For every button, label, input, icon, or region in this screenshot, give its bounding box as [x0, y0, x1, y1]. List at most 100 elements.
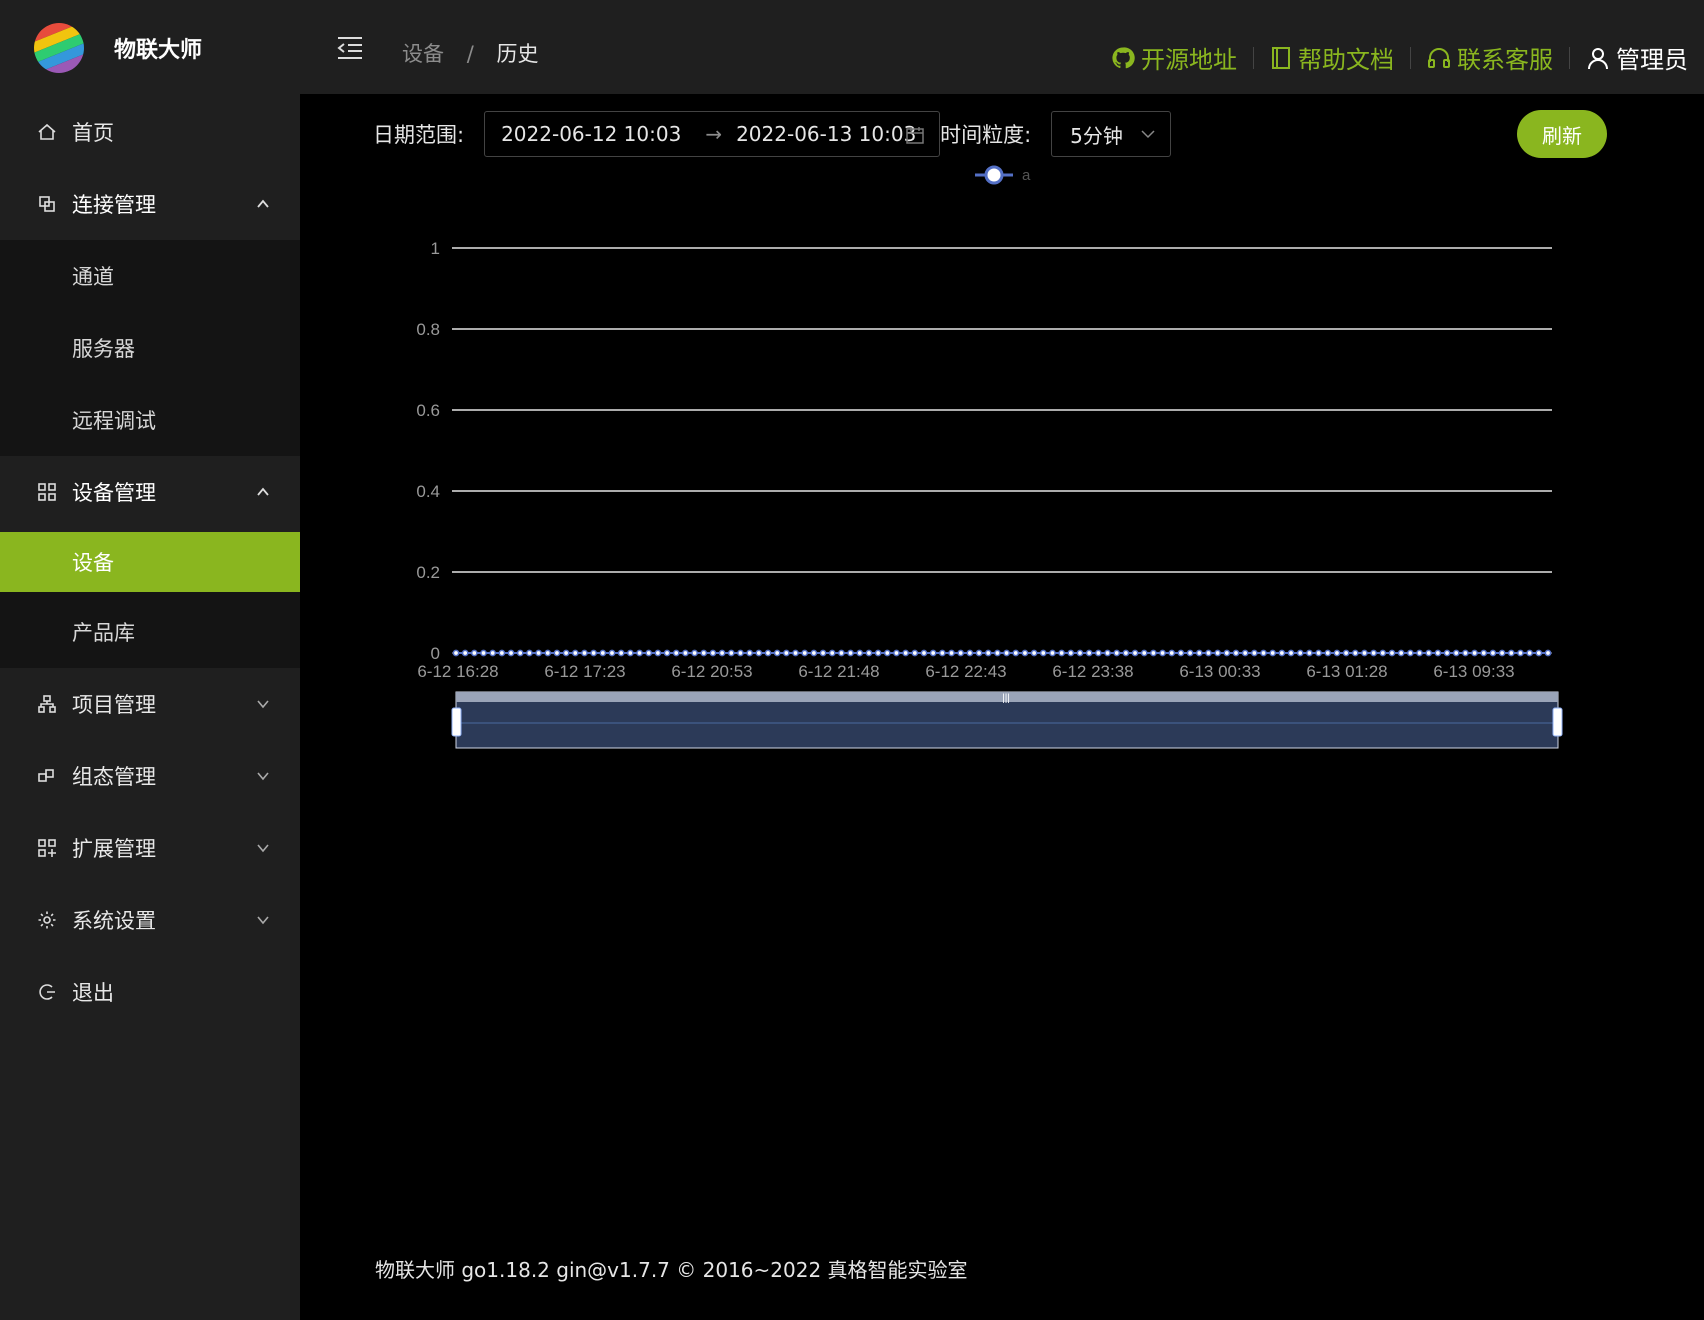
sidebar-item-settings[interactable]: 系统设置 — [0, 884, 300, 956]
sidebar-item-scada[interactable]: 组态管理 — [0, 740, 300, 812]
zoom-move-handle[interactable]: ||| — [1002, 693, 1010, 704]
sidebar-item-connection[interactable]: 连接管理 — [0, 168, 300, 240]
data-point — [1140, 649, 1148, 657]
date-range-picker[interactable]: 2022-06-12 10:03 → 2022-06-13 10:03 — [484, 111, 941, 157]
x-tick-label: 6-12 16:28 — [417, 662, 498, 681]
chevron-down-icon — [252, 693, 274, 715]
data-point — [1416, 649, 1423, 657]
data-point — [489, 649, 497, 657]
chevron-down-icon — [252, 909, 274, 931]
data-point — [1471, 649, 1478, 657]
data-point — [1287, 649, 1295, 657]
breadcrumb-device[interactable]: 设备 — [402, 42, 444, 66]
open-source-link[interactable]: 开源地址 — [1111, 40, 1237, 75]
menu-collapse-icon[interactable] — [336, 34, 364, 62]
data-point — [480, 649, 487, 657]
sidebar-item-logout[interactable]: 退出 — [0, 956, 300, 1028]
data-point — [1324, 649, 1332, 657]
history-filter-toolbar: 日期范围: 2022-06-12 10:03 → 2022-06-13 10:0… — [373, 110, 1172, 158]
date-range-label: 日期范围: — [373, 123, 465, 147]
github-icon — [1112, 46, 1135, 68]
sidebar-item-label: 设备管理 — [72, 481, 156, 505]
sidebar-item-home[interactable]: 首页 — [0, 96, 300, 168]
legend-marker — [984, 165, 1004, 185]
sidebar-item-product-library[interactable]: 产品库 — [0, 596, 300, 668]
device-submenu: 设备 产品库 — [0, 532, 300, 668]
data-point — [1342, 649, 1350, 657]
data-point — [1517, 649, 1524, 657]
sidebar-item-label: 项目管理 — [72, 693, 156, 717]
data-point — [727, 649, 735, 657]
data-point — [682, 649, 689, 657]
sidebar-item-extension[interactable]: 扩展管理 — [0, 812, 300, 884]
data-point — [1177, 649, 1185, 657]
sidebar-item-device-management[interactable]: 设备管理 — [0, 456, 300, 528]
app-logo[interactable]: 物联大师 — [0, 0, 300, 96]
zoom-left-handle[interactable] — [451, 707, 462, 737]
user-menu[interactable]: 管理员 — [1586, 40, 1688, 75]
sidebar-item-label: 系统设置 — [72, 909, 156, 933]
granularity-label: 时间粒度: — [940, 123, 1032, 147]
data-point — [516, 649, 524, 657]
data-point — [1489, 649, 1497, 657]
data-point — [1278, 649, 1286, 657]
y-tick-label: 0.4 — [416, 482, 440, 501]
data-point — [1195, 649, 1203, 657]
data-point — [700, 649, 708, 657]
refresh-button[interactable]: 刷新 — [1517, 110, 1607, 158]
data-point — [773, 649, 781, 657]
data-point — [828, 649, 836, 657]
granularity-select[interactable]: 5分钟 — [1051, 111, 1172, 157]
y-tick-label: 1 — [431, 239, 440, 258]
data-point — [1535, 649, 1543, 657]
data-point — [929, 649, 937, 657]
sidebar-item-server[interactable]: 服务器 — [0, 312, 300, 384]
data-point — [1113, 649, 1121, 657]
chevron-down-icon — [1141, 130, 1155, 139]
data-point — [902, 649, 909, 657]
start-date-input[interactable]: 2022-06-12 10:03 — [501, 122, 681, 146]
data-point — [1434, 649, 1442, 657]
data-point — [709, 649, 717, 657]
data-point — [1241, 649, 1249, 657]
data-point — [507, 649, 515, 657]
sidebar-item-project[interactable]: 项目管理 — [0, 668, 300, 740]
data-point — [874, 649, 882, 657]
data-point — [1379, 649, 1387, 657]
data-point — [1085, 649, 1093, 657]
data-point — [1223, 649, 1231, 657]
data-point — [718, 649, 726, 657]
end-date-input[interactable]: 2022-06-13 10:03 — [736, 122, 916, 146]
data-point — [1425, 649, 1433, 657]
zoom-right-handle[interactable] — [1552, 707, 1563, 737]
connection-submenu: 通道 服务器 远程调试 — [0, 240, 300, 456]
data-point — [1361, 649, 1368, 657]
data-point — [1544, 649, 1552, 657]
sidebar-item-device[interactable]: 设备 — [0, 532, 300, 592]
data-point — [801, 649, 809, 657]
help-docs-label: 帮助文档 — [1298, 46, 1394, 74]
extension-icon — [36, 837, 58, 859]
data-point — [571, 649, 579, 657]
data-point — [471, 649, 478, 657]
legend-label: a — [1022, 167, 1031, 184]
data-point — [911, 649, 919, 657]
chevron-down-icon — [252, 765, 274, 787]
data-point — [553, 649, 561, 657]
help-docs-link[interactable]: 帮助文档 — [1270, 40, 1394, 75]
data-point — [1214, 649, 1221, 657]
data-point — [599, 649, 607, 657]
data-point — [975, 649, 983, 657]
data-point — [544, 649, 552, 657]
sidebar-item-remote-debug[interactable]: 远程调试 — [0, 384, 300, 456]
data-point — [1058, 649, 1065, 657]
x-tick-label: 6-13 00:33 — [1179, 662, 1260, 681]
x-tick-label: 6-12 17:23 — [544, 662, 625, 681]
contact-support-link[interactable]: 联系客服 — [1427, 40, 1553, 75]
data-point — [792, 649, 799, 657]
project-icon — [36, 693, 58, 715]
sidebar-item-channel[interactable]: 通道 — [0, 240, 300, 312]
data-point — [810, 649, 818, 657]
data-point — [1351, 649, 1359, 657]
data-point — [1306, 649, 1313, 657]
